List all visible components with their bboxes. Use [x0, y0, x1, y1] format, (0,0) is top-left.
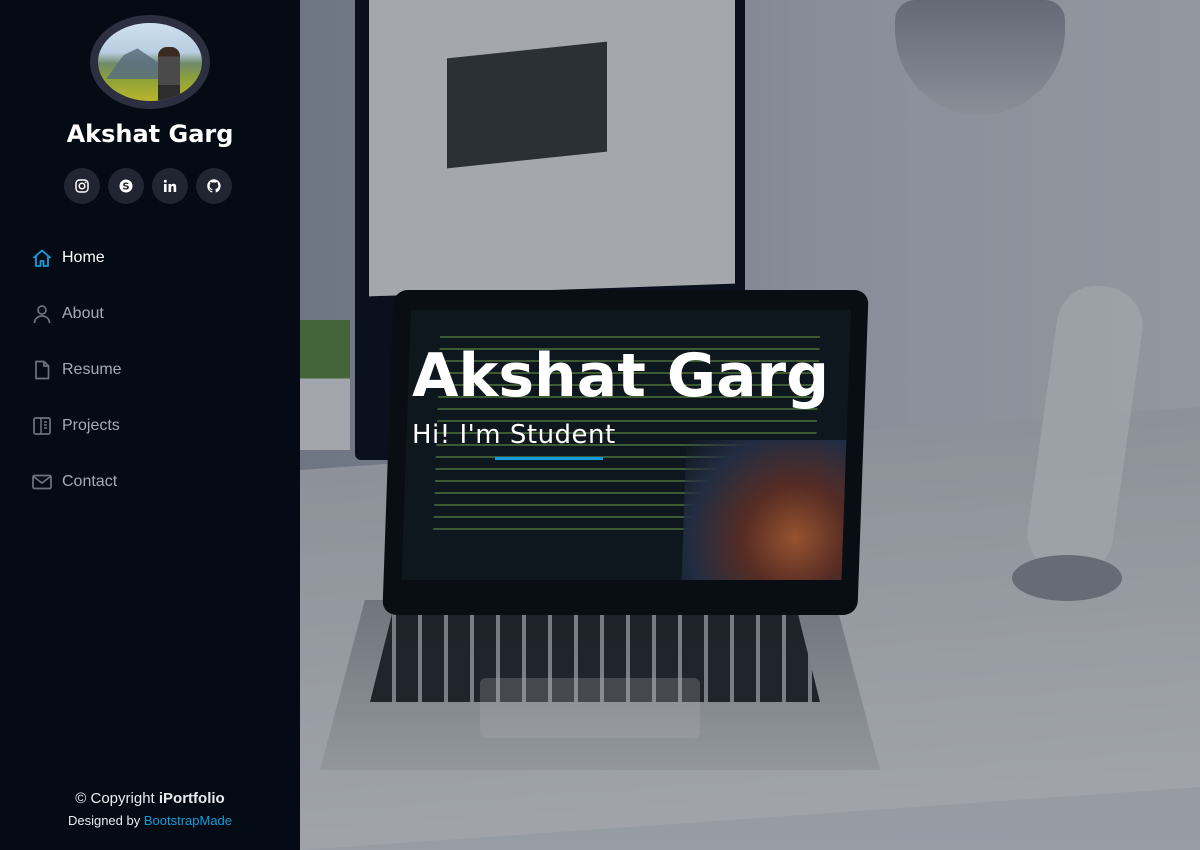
file-icon — [31, 359, 53, 381]
nav-label-contact: Contact — [62, 473, 118, 490]
avatar-frame — [90, 15, 210, 109]
profile-name[interactable]: Akshat Garg — [0, 120, 300, 148]
nav-item-about[interactable]: About — [0, 286, 300, 342]
hero-section: Akshat Garg Hi! I'm Student — [300, 0, 1200, 850]
nav-label-home: Home — [62, 249, 105, 266]
skype-icon: S — [119, 179, 133, 193]
credits: Designed by BootstrapMade — [0, 813, 300, 828]
instagram-link[interactable] — [64, 168, 100, 204]
copyright: © Copyright iPortfolio — [0, 790, 300, 807]
hero-subtitle-text: Hi! I'm Student — [412, 420, 616, 450]
person-icon — [31, 303, 53, 325]
nav-menu: Home About Resume Projects Contact — [0, 230, 300, 510]
linkedin-icon — [163, 179, 177, 192]
github-link[interactable] — [196, 168, 232, 204]
linkedin-link[interactable] — [152, 168, 188, 204]
book-icon — [31, 415, 53, 437]
designed-by-text: Designed by — [67, 813, 144, 828]
github-icon — [207, 179, 221, 193]
designer-link[interactable]: BootstrapMade — [144, 813, 232, 828]
hero-subtitle: Hi! I'm Student — [412, 418, 616, 460]
avatar — [98, 23, 202, 101]
nav-item-resume[interactable]: Resume — [0, 342, 300, 398]
typed-underline — [495, 457, 603, 460]
sidebar: Akshat Garg S Home About Resume Projects… — [0, 0, 300, 850]
hero-title: Akshat Garg — [412, 341, 830, 411]
nav-item-contact[interactable]: Contact — [0, 454, 300, 510]
nav-item-projects[interactable]: Projects — [0, 398, 300, 454]
hero-text: Akshat Garg Hi! I'm Student — [412, 338, 830, 460]
skype-link[interactable]: S — [108, 168, 144, 204]
copyright-prefix: © Copyright — [75, 790, 159, 807]
nav-label-resume: Resume — [62, 361, 122, 378]
instagram-icon — [75, 179, 89, 193]
nav-item-home[interactable]: Home — [0, 230, 300, 286]
svg-text:S: S — [122, 182, 129, 193]
envelope-icon — [31, 471, 53, 493]
nav-label-about: About — [62, 305, 104, 322]
nav-label-projects: Projects — [62, 417, 120, 434]
home-icon — [31, 247, 53, 269]
social-links: S — [64, 168, 232, 204]
footer: © Copyright iPortfolio Designed by Boots… — [0, 790, 300, 828]
brand-name: iPortfolio — [158, 790, 225, 807]
